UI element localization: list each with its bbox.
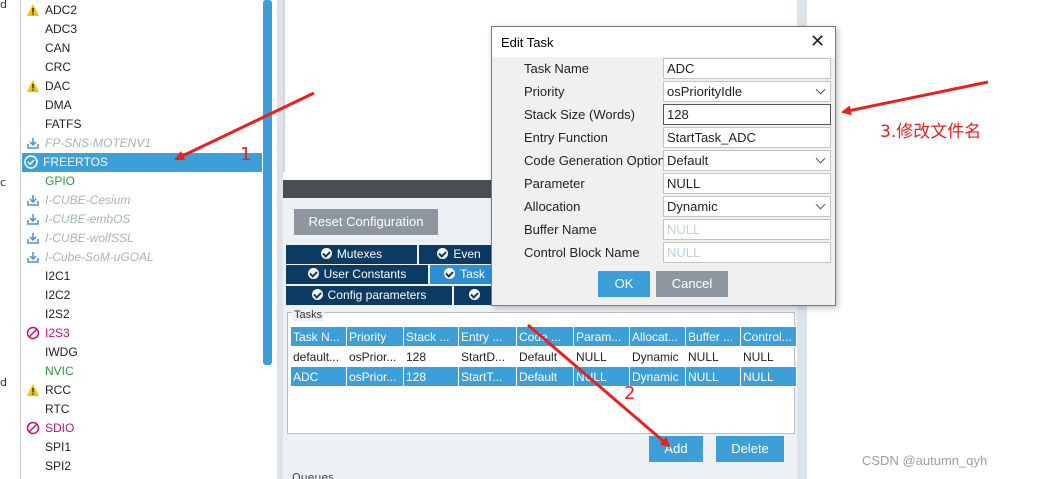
step-2-label: 2 <box>624 383 636 404</box>
arrow-to-add-button <box>527 323 671 448</box>
step-3-label: 3.修改文件名 <box>880 122 982 142</box>
annotation-arrows <box>174 80 989 448</box>
watermark: CSDN @autumn_qyh <box>862 453 988 468</box>
arrow-to-stack-size <box>841 80 989 116</box>
step-1-label: 1 <box>240 144 252 165</box>
